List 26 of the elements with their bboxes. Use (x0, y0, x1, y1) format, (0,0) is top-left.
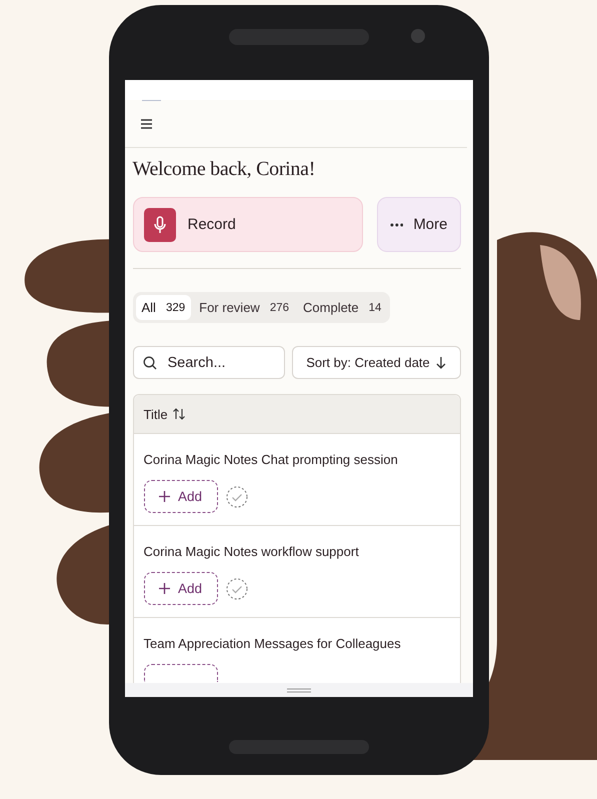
filter-tab[interactable]: All 329 (136, 295, 192, 320)
menu-icon (140, 118, 152, 128)
search-field[interactable]: Search... (132, 346, 284, 379)
plus-icon (158, 583, 170, 594)
welcome-heading: Welcome back, Corina! (132, 158, 316, 181)
record-button[interactable]: Record (132, 197, 362, 252)
filter-tab[interactable]: Complete 14 (297, 295, 388, 320)
camera-lens (410, 29, 424, 43)
note-title[interactable]: Corina Magic Notes workflow support (144, 526, 450, 559)
add-button[interactable]: Add (144, 480, 218, 513)
plus-icon (158, 491, 170, 502)
filter-tab[interactable]: For review 276 (193, 295, 296, 320)
column-header[interactable]: Title (144, 406, 168, 422)
search-icon (142, 356, 156, 370)
check-circle-icon (226, 578, 248, 600)
drag-handle-icon (286, 688, 310, 692)
more-dots-icon (390, 222, 404, 226)
arrow-down-icon (436, 356, 446, 368)
microphone-icon (144, 208, 176, 242)
note-title[interactable]: Team Appreciation Messages for Colleagues (144, 618, 450, 651)
sort-arrows-icon (172, 408, 185, 420)
note-title[interactable]: Corina Magic Notes Chat prompting session (144, 434, 450, 467)
add-button[interactable]: Add (144, 572, 218, 605)
check-circle-icon (226, 486, 248, 508)
more-button[interactable]: More (376, 197, 460, 252)
sort-button[interactable]: Sort by: Created date (292, 346, 460, 379)
